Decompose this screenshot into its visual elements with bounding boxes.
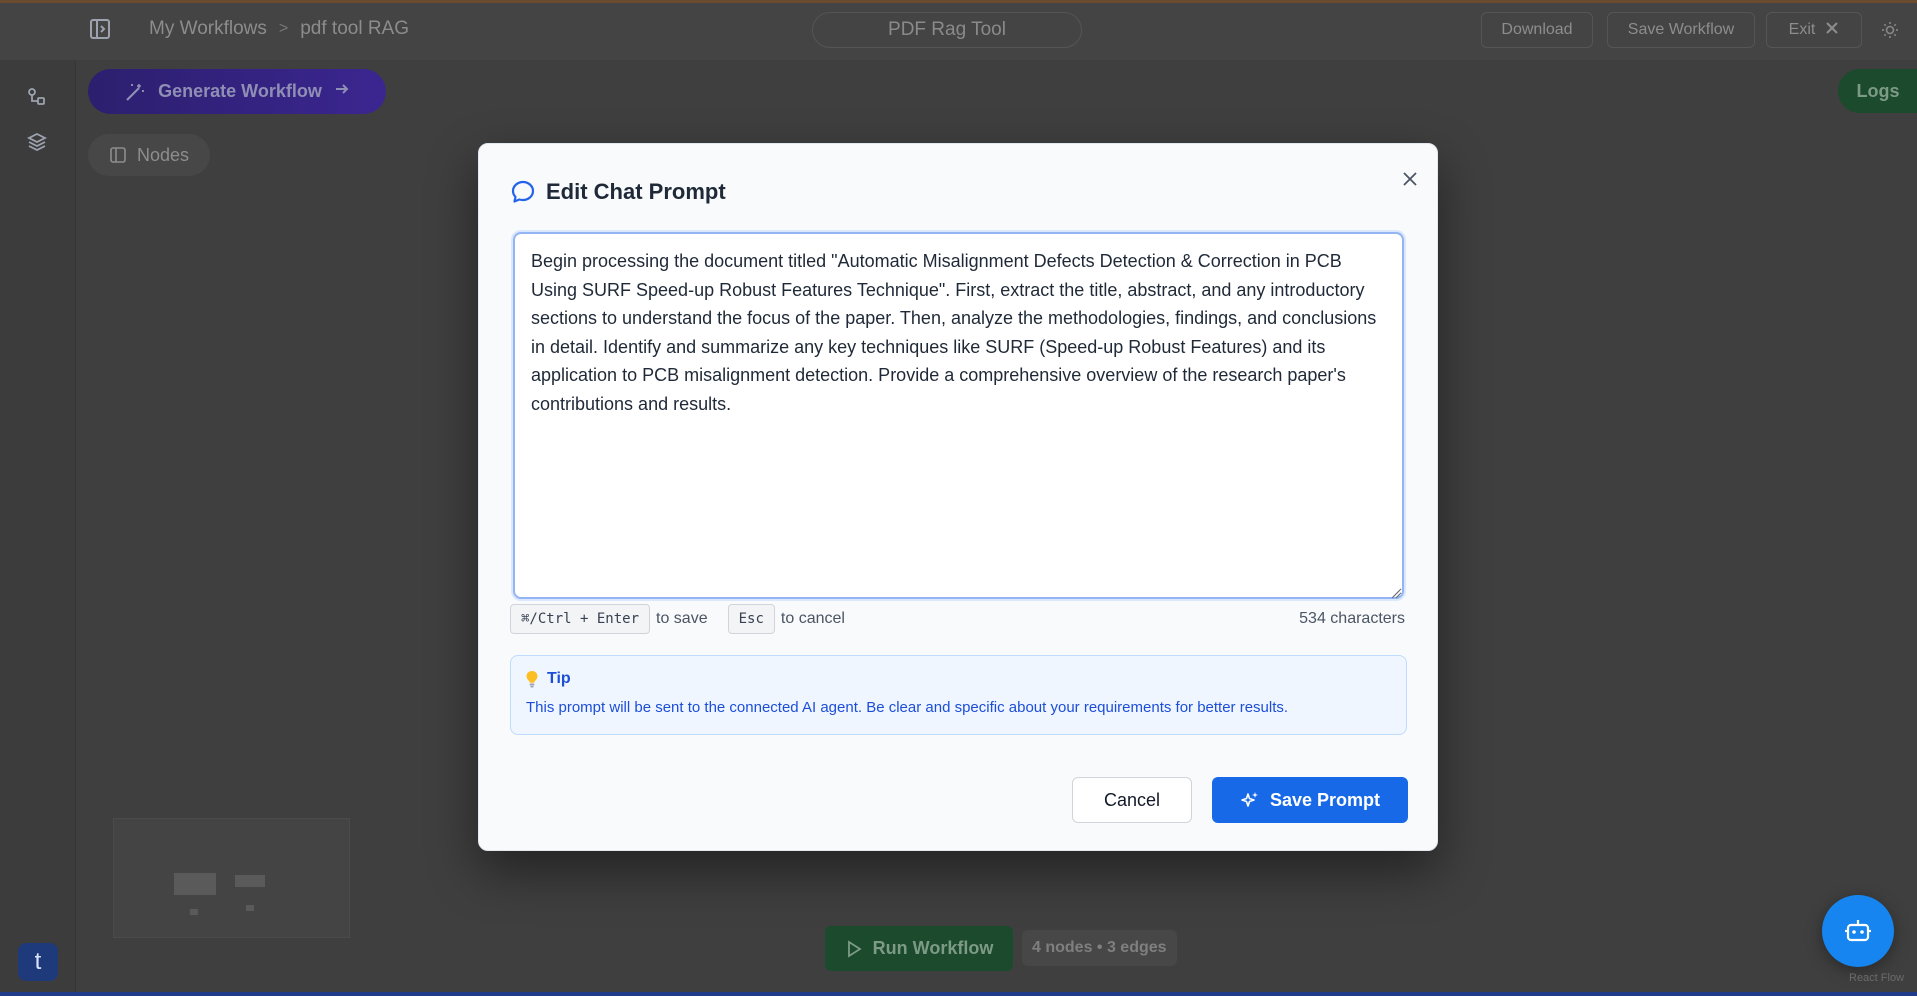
logs-button[interactable]: Logs bbox=[1838, 69, 1917, 113]
download-button[interactable]: Download bbox=[1481, 12, 1593, 48]
panel-icon bbox=[110, 147, 126, 163]
character-count: 534 characters bbox=[1299, 610, 1405, 627]
sun-icon bbox=[1882, 22, 1898, 38]
arrow-right-icon bbox=[334, 81, 350, 102]
workflow-title[interactable]: PDF Rag Tool bbox=[812, 12, 1082, 48]
theme-toggle-button[interactable] bbox=[1872, 12, 1908, 48]
assistant-button[interactable] bbox=[1822, 895, 1894, 967]
minimap-node bbox=[190, 909, 198, 915]
user-avatar[interactable]: t bbox=[18, 943, 58, 981]
cancel-button[interactable]: Cancel bbox=[1072, 777, 1192, 823]
layers-icon[interactable] bbox=[26, 131, 50, 155]
breadcrumb: My Workflows > pdf tool RAG bbox=[149, 18, 409, 40]
workflow-icon[interactable] bbox=[26, 86, 50, 110]
minimap-node bbox=[246, 905, 254, 911]
cancel-hint: to cancel bbox=[780, 610, 845, 627]
minimap-node bbox=[174, 873, 216, 895]
play-icon bbox=[847, 939, 862, 958]
tip-text: This prompt will be sent to the connecte… bbox=[526, 699, 1289, 716]
dialog-close-button[interactable] bbox=[1396, 165, 1424, 193]
nodes-panel-button[interactable]: Nodes bbox=[88, 134, 210, 176]
breadcrumb-current-workflow: pdf tool RAG bbox=[300, 18, 410, 39]
nodes-label: Nodes bbox=[136, 144, 190, 165]
graph-stats: 4 nodes • 3 edges bbox=[1022, 930, 1177, 966]
resize-handle-icon[interactable] bbox=[1391, 586, 1401, 599]
sparkles-icon bbox=[1241, 792, 1258, 807]
close-icon bbox=[1403, 172, 1417, 186]
run-workflow-button[interactable]: Run Workflow bbox=[825, 926, 1013, 971]
left-sidebar: t bbox=[0, 0, 76, 996]
save-prompt-button[interactable]: Save Prompt bbox=[1212, 777, 1408, 823]
exit-label: Exit bbox=[1788, 21, 1816, 38]
save-hint: to save bbox=[656, 610, 708, 627]
generate-workflow-label: Generate Workflow bbox=[158, 81, 322, 101]
minimap[interactable] bbox=[113, 818, 350, 938]
exit-button[interactable]: Exit bbox=[1766, 12, 1862, 48]
tip-box: Tip This prompt will be sent to the conn… bbox=[510, 655, 1407, 735]
chat-bubble-icon bbox=[510, 179, 536, 205]
dialog-title: Edit Chat Prompt bbox=[546, 179, 726, 204]
lightbulb-icon bbox=[525, 670, 541, 688]
logs-label: Logs bbox=[1856, 80, 1900, 101]
minimap-node bbox=[235, 875, 265, 887]
bottom-edge bbox=[0, 992, 1917, 996]
tip-header: Tip bbox=[525, 670, 571, 688]
download-label: Download bbox=[1501, 21, 1573, 38]
run-workflow-label: Run Workflow bbox=[872, 938, 994, 958]
close-icon bbox=[1825, 21, 1839, 40]
sidebar-toggle-icon[interactable] bbox=[88, 17, 114, 43]
cancel-shortcut-key: Esc bbox=[727, 604, 775, 634]
generate-workflow-button[interactable]: Generate Workflow bbox=[88, 69, 386, 114]
magic-wand-icon bbox=[126, 83, 145, 101]
breadcrumb-my-workflows[interactable]: My Workflows bbox=[149, 18, 267, 40]
dialog-header: Edit Chat Prompt bbox=[510, 179, 726, 205]
keyboard-hints: ⌘/Ctrl + Enter to save Esc to cancel 534… bbox=[510, 603, 1405, 635]
robot-icon bbox=[1845, 920, 1871, 942]
save-workflow-button[interactable]: Save Workflow bbox=[1607, 12, 1755, 48]
edit-prompt-dialog: Edit Chat Prompt Begin processing the do… bbox=[478, 143, 1438, 851]
cancel-label: Cancel bbox=[1103, 789, 1161, 810]
react-flow-attribution[interactable]: React Flow bbox=[1849, 972, 1904, 984]
save-shortcut-key: ⌘/Ctrl + Enter bbox=[510, 604, 651, 634]
tip-title: Tip bbox=[547, 670, 571, 687]
save-workflow-label: Save Workflow bbox=[1627, 21, 1735, 38]
save-prompt-label: Save Prompt bbox=[1269, 789, 1381, 810]
prompt-textarea[interactable]: Begin processing the document titled "Au… bbox=[513, 232, 1404, 599]
breadcrumb-separator: > bbox=[278, 20, 289, 37]
